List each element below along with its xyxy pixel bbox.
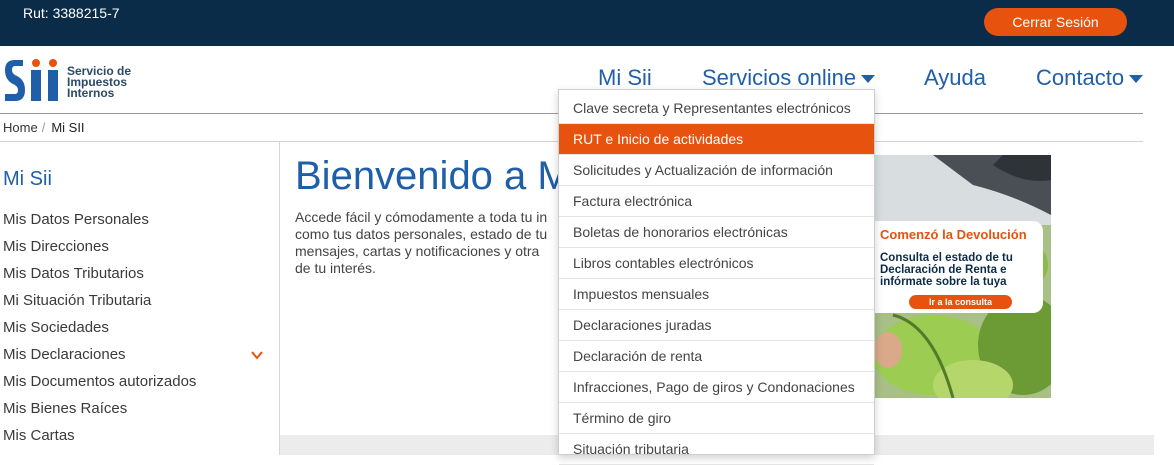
dropdown-item-libros-contables[interactable]: Libros contables electrónicos [559, 248, 874, 279]
sidebar-item-sociedades[interactable]: Mis Sociedades [3, 318, 109, 338]
dropdown-item-factura-electronica[interactable]: Factura electrónica [559, 186, 874, 217]
rut-label: Rut: 3388215-7 [23, 5, 120, 21]
dropdown-item-boletas-honorarios[interactable]: Boletas de honorarios electrónicas [559, 217, 874, 248]
nav-mi-sii[interactable]: Mi Sii [598, 64, 652, 92]
logo-text: Servicio de Impuestos Internos [67, 65, 131, 100]
breadcrumb-home[interactable]: Home [3, 120, 38, 135]
sidebar-item-situacion-tributaria[interactable]: Mi Situación Tributaria [3, 291, 151, 311]
logo-line: Internos [67, 86, 115, 100]
breadcrumb-separator: / [41, 120, 46, 135]
breadcrumb: Home / Mi SII [3, 120, 85, 135]
breadcrumb-current: Mi SII [51, 120, 85, 135]
nav-servicios-online[interactable]: Servicios online [702, 64, 876, 92]
nav-contacto[interactable]: Contacto [1036, 64, 1144, 92]
sidebar-item-datos-tributarios[interactable]: Mis Datos Tributarios [3, 264, 144, 284]
sidebar-divider [279, 142, 280, 455]
caret-down-icon [861, 75, 876, 84]
sidebar-item-datos-personales[interactable]: Mis Datos Personales [3, 210, 149, 230]
sidebar-item-documentos-autorizados[interactable]: Mis Documentos autorizados [3, 372, 196, 392]
nav-label: Servicios online [702, 65, 857, 90]
dropdown-item-situacion-tributaria[interactable]: Situación tributaria [559, 434, 874, 465]
page-title: Bienvenido a M [295, 154, 571, 198]
promo-banner-button[interactable]: Ir a la consulta [909, 295, 1012, 309]
dropdown-item-clave-secreta[interactable]: Clave secreta y Representantes electróni… [559, 93, 874, 124]
dropdown-item-solicitudes[interactable]: Solicitudes y Actualización de informaci… [559, 155, 874, 186]
sidebar-item-direcciones[interactable]: Mis Direcciones [3, 237, 109, 257]
top-bar: Rut: 3388215-7 Cerrar Sesión [0, 0, 1174, 46]
logout-button[interactable]: Cerrar Sesión [984, 8, 1127, 36]
promo-banner-text: Consulta el estado de tu Declaración de … [880, 252, 1013, 288]
nav-label: Mi Sii [598, 65, 652, 90]
dropdown-item-impuestos-mensuales[interactable]: Impuestos mensuales [559, 279, 874, 310]
intro-text: Accede fácil y cómodamente a toda tu in … [295, 209, 548, 276]
chevron-down-icon[interactable] [251, 349, 263, 361]
dropdown-item-rut-inicio-actividades[interactable]: RUT e Inicio de actividades [559, 124, 874, 155]
dropdown-item-termino-giro[interactable]: Término de giro [559, 403, 874, 434]
sidebar-item-cartas[interactable]: Mis Cartas [3, 426, 75, 446]
dropdown-item-infracciones[interactable]: Infracciones, Pago de giros y Condonacio… [559, 372, 874, 403]
sidebar-item-bienes-raices[interactable]: Mis Bienes Raíces [3, 399, 127, 419]
sidebar-item-declaraciones[interactable]: Mis Declaraciones [3, 345, 126, 365]
nav-label: Contacto [1036, 65, 1125, 90]
sidebar-title: Mi Sii [3, 168, 52, 190]
nav-ayuda[interactable]: Ayuda [924, 64, 986, 92]
dropdown-item-declaraciones-juradas[interactable]: Declaraciones juradas [559, 310, 874, 341]
sii-logo[interactable]: Servicio de Impuestos Internos [3, 56, 143, 106]
sii-logo-icon [5, 59, 58, 101]
servicios-online-dropdown: Clave secreta y Representantes electróni… [558, 89, 875, 465]
nav-label: Ayuda [924, 65, 986, 90]
promo-banner-title: Comenzó la Devolución [880, 227, 1027, 242]
caret-down-icon [1129, 75, 1144, 84]
dropdown-item-declaracion-renta[interactable]: Declaración de renta [559, 341, 874, 372]
